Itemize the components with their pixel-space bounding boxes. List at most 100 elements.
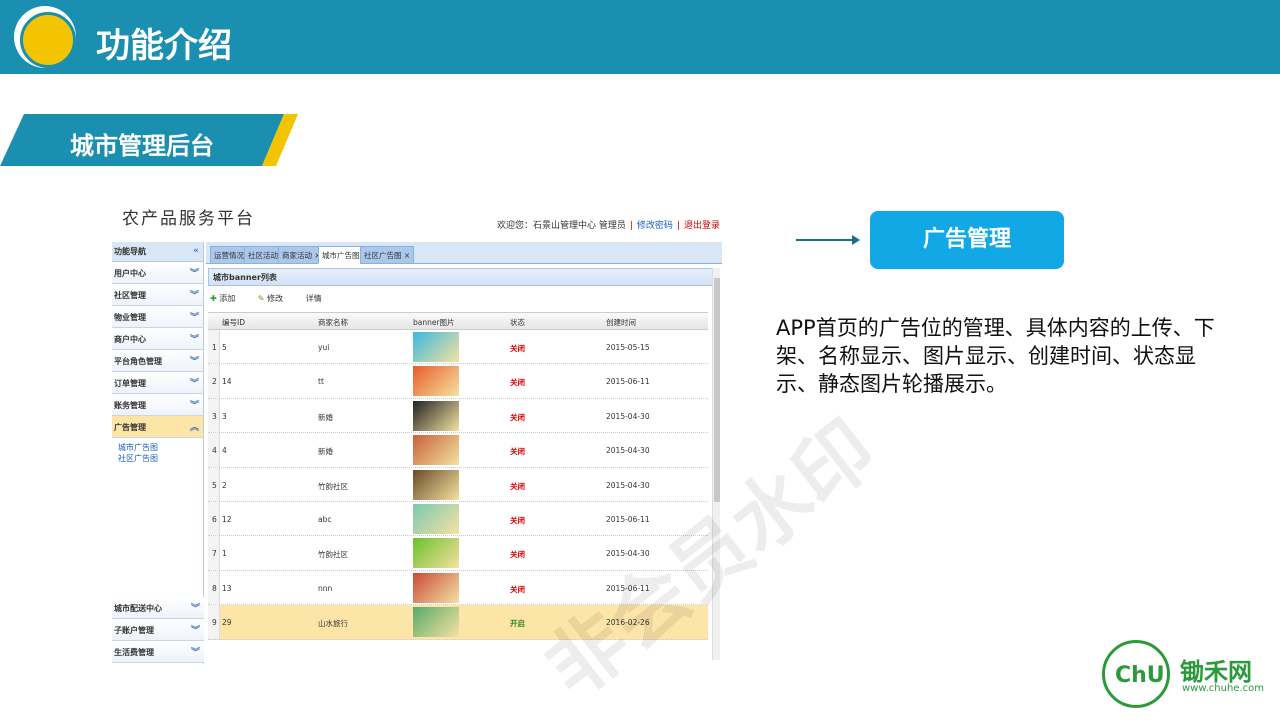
column-header[interactable]: 状态 bbox=[510, 317, 525, 328]
row-number: 8 bbox=[212, 583, 217, 593]
cell-name: 山水旅行 bbox=[318, 619, 348, 629]
status-label: 关闭 bbox=[510, 515, 525, 525]
cell-date: 2015-06-11 bbox=[606, 514, 650, 524]
tab-item[interactable]: 运营情况 bbox=[210, 246, 248, 264]
cell-id: 2 bbox=[222, 480, 227, 490]
column-header[interactable]: banner图片 bbox=[413, 317, 455, 328]
row-number: 6 bbox=[212, 514, 217, 524]
arrow-icon bbox=[852, 235, 860, 245]
cell-id: 29 bbox=[222, 618, 232, 628]
edit-button[interactable]: ✎ 修改 bbox=[258, 294, 293, 303]
column-header[interactable]: 商家名称 bbox=[318, 317, 348, 328]
status-label: 关闭 bbox=[510, 447, 525, 457]
tab-label: 商家活动 bbox=[282, 251, 312, 260]
logout-link[interactable]: 退出登录 bbox=[684, 221, 720, 231]
banner-thumbnail[interactable] bbox=[413, 469, 459, 500]
chevron-down-icon: ︾ bbox=[189, 357, 199, 367]
table-row[interactable]: 5 2 竹韵社区 关闭 2015-04-30 bbox=[208, 467, 708, 502]
tab-item[interactable]: 社区广告图 × bbox=[360, 246, 415, 264]
chevron-down-icon: ︾ bbox=[189, 379, 199, 389]
banner-thumbnail[interactable] bbox=[413, 400, 459, 431]
chevron-down-icon: ︾ bbox=[189, 335, 199, 345]
ad-management-button: 广告管理 bbox=[870, 211, 1064, 269]
tab-label: 城市广告图 bbox=[322, 251, 360, 260]
collapse-icon[interactable]: « bbox=[193, 246, 199, 256]
cell-date: 2015-04-30 bbox=[606, 480, 650, 490]
admin-screenshot: 农产品服务平台 欢迎您：石景山管理中心 管理员 | 修改密码 | 退出登录 功能导航 «… bbox=[112, 198, 893, 715]
sidebar-item-label: 平台角色管理 bbox=[114, 357, 162, 366]
cell-name: tt bbox=[318, 377, 324, 387]
cell-date: 2015-06-11 bbox=[606, 377, 650, 387]
tab-label: 运营情况 bbox=[214, 251, 244, 260]
cell-name: 新婚 bbox=[318, 412, 333, 422]
sidebar-item[interactable]: 订单管理 ︾ bbox=[112, 372, 203, 394]
cell-name: nnn bbox=[318, 583, 333, 593]
section-title: 城市管理后台 bbox=[70, 132, 214, 160]
column-header[interactable]: 创建时间 bbox=[606, 317, 636, 328]
feature-description: APP首页的广告位的管理、具体内容的上传、下架、名称显示、图片显示、创建时间、状… bbox=[776, 316, 1215, 396]
change-password-link[interactable]: 修改密码 bbox=[637, 221, 673, 231]
banner-thumbnail[interactable] bbox=[413, 435, 459, 466]
chevron-down-icon: ︾ bbox=[190, 648, 200, 658]
banner-thumbnail[interactable] bbox=[413, 607, 459, 638]
table-row[interactable]: 2 14 tt 关闭 2015-06-11 bbox=[208, 364, 708, 399]
cell-name: 新婚 bbox=[318, 447, 333, 457]
welcome-text: 欢迎您：石景山管理中心 管理员 bbox=[497, 221, 626, 231]
status-label: 关闭 bbox=[510, 550, 525, 560]
banner-thumbnail[interactable] bbox=[413, 332, 459, 362]
cell-name: abc bbox=[318, 514, 332, 524]
sidebar-item[interactable]: 商户中心 ︾ bbox=[112, 328, 203, 350]
sidebar-item-label: 商户中心 bbox=[114, 335, 146, 344]
sidebar-item-label: 社区管理 bbox=[114, 291, 146, 300]
table-row[interactable]: 6 12 abc 关闭 2015-06-11 bbox=[208, 501, 708, 537]
cell-id: 12 bbox=[222, 514, 232, 524]
cell-name: 竹韵社区 bbox=[318, 481, 348, 491]
sidebar: 功能导航 « 用户中心 ︾ 社区管理 ︾ 物业管理 ︾ 商户中心 ︾ 平台角色管理 ︾ 订单管理 ︾ 账… bbox=[112, 242, 204, 664]
grid-header: 编号ID 商家名称 banner图片 状态 创建时间 bbox=[208, 312, 708, 330]
table-row[interactable]: 1 5 yui 关闭 2015-05-15 bbox=[208, 330, 708, 365]
sidebar-subitem[interactable]: 城市广告图 bbox=[112, 440, 203, 452]
cell-id: 1 bbox=[222, 549, 227, 559]
close-icon[interactable]: × bbox=[402, 251, 410, 260]
table-row[interactable]: 3 3 新婚 关闭 2015-04-30 bbox=[208, 398, 708, 434]
sidebar-item-label: 用户中心 bbox=[114, 269, 146, 278]
chevron-down-icon: ︾ bbox=[189, 291, 199, 301]
add-button[interactable]: ✚ 添加 bbox=[210, 294, 245, 303]
cell-id: 5 bbox=[222, 343, 227, 352]
cell-id: 3 bbox=[222, 411, 227, 421]
panel-title: 城市banner列表 bbox=[208, 268, 718, 286]
arrow-line bbox=[796, 239, 852, 241]
row-number: 9 bbox=[212, 618, 217, 628]
sidebar-item[interactable]: 广告管理 ︽ bbox=[112, 416, 203, 438]
banner-thumbnail[interactable] bbox=[413, 366, 459, 397]
tab-bar: 运营情况社区活动 ×商家活动 ×城市广告图 ×社区广告图 × bbox=[206, 242, 722, 264]
row-number: 4 bbox=[212, 446, 217, 456]
chevron-down-icon: ︾ bbox=[189, 269, 199, 279]
banner-thumbnail[interactable] bbox=[413, 538, 459, 569]
table-row[interactable]: 4 4 新婚 关闭 2015-04-30 bbox=[208, 433, 708, 468]
column-header[interactable]: 编号ID bbox=[222, 317, 245, 328]
status-label: 关闭 bbox=[510, 481, 525, 491]
sidebar-item[interactable]: 社区管理 ︾ bbox=[112, 284, 203, 306]
status-label: 关闭 bbox=[510, 584, 525, 594]
brand-url: www.chuhe.com bbox=[1182, 683, 1264, 694]
sidebar-item[interactable]: 用户中心 ︾ bbox=[112, 262, 203, 284]
detail-button[interactable]: 详情 bbox=[306, 294, 322, 303]
sidebar-item[interactable]: 城市配送中心 ︾ bbox=[112, 597, 204, 619]
banner-thumbnail[interactable] bbox=[413, 572, 459, 603]
cell-name: yui bbox=[318, 343, 330, 352]
sidebar-item[interactable]: 账务管理 ︾ bbox=[112, 394, 203, 416]
row-number: 2 bbox=[212, 377, 217, 387]
cell-id: 4 bbox=[222, 446, 227, 456]
sidebar-item[interactable]: 物业管理 ︾ bbox=[112, 306, 203, 328]
row-number: 7 bbox=[212, 549, 217, 559]
sidebar-subitem[interactable]: 社区广告图 bbox=[112, 451, 203, 463]
banner-thumbnail[interactable] bbox=[413, 503, 459, 534]
sidebar-item[interactable]: 生活费管理 ︾ bbox=[112, 641, 204, 663]
chuhe-logo-icon: ChU bbox=[1102, 640, 1170, 708]
status-label: 关闭 bbox=[510, 344, 525, 353]
sidebar-item[interactable]: 子账户管理 ︾ bbox=[112, 619, 204, 641]
row-number: 1 bbox=[212, 343, 217, 352]
brand-name: 锄禾网 bbox=[1180, 658, 1252, 686]
sidebar-item[interactable]: 平台角色管理 ︾ bbox=[112, 350, 203, 372]
